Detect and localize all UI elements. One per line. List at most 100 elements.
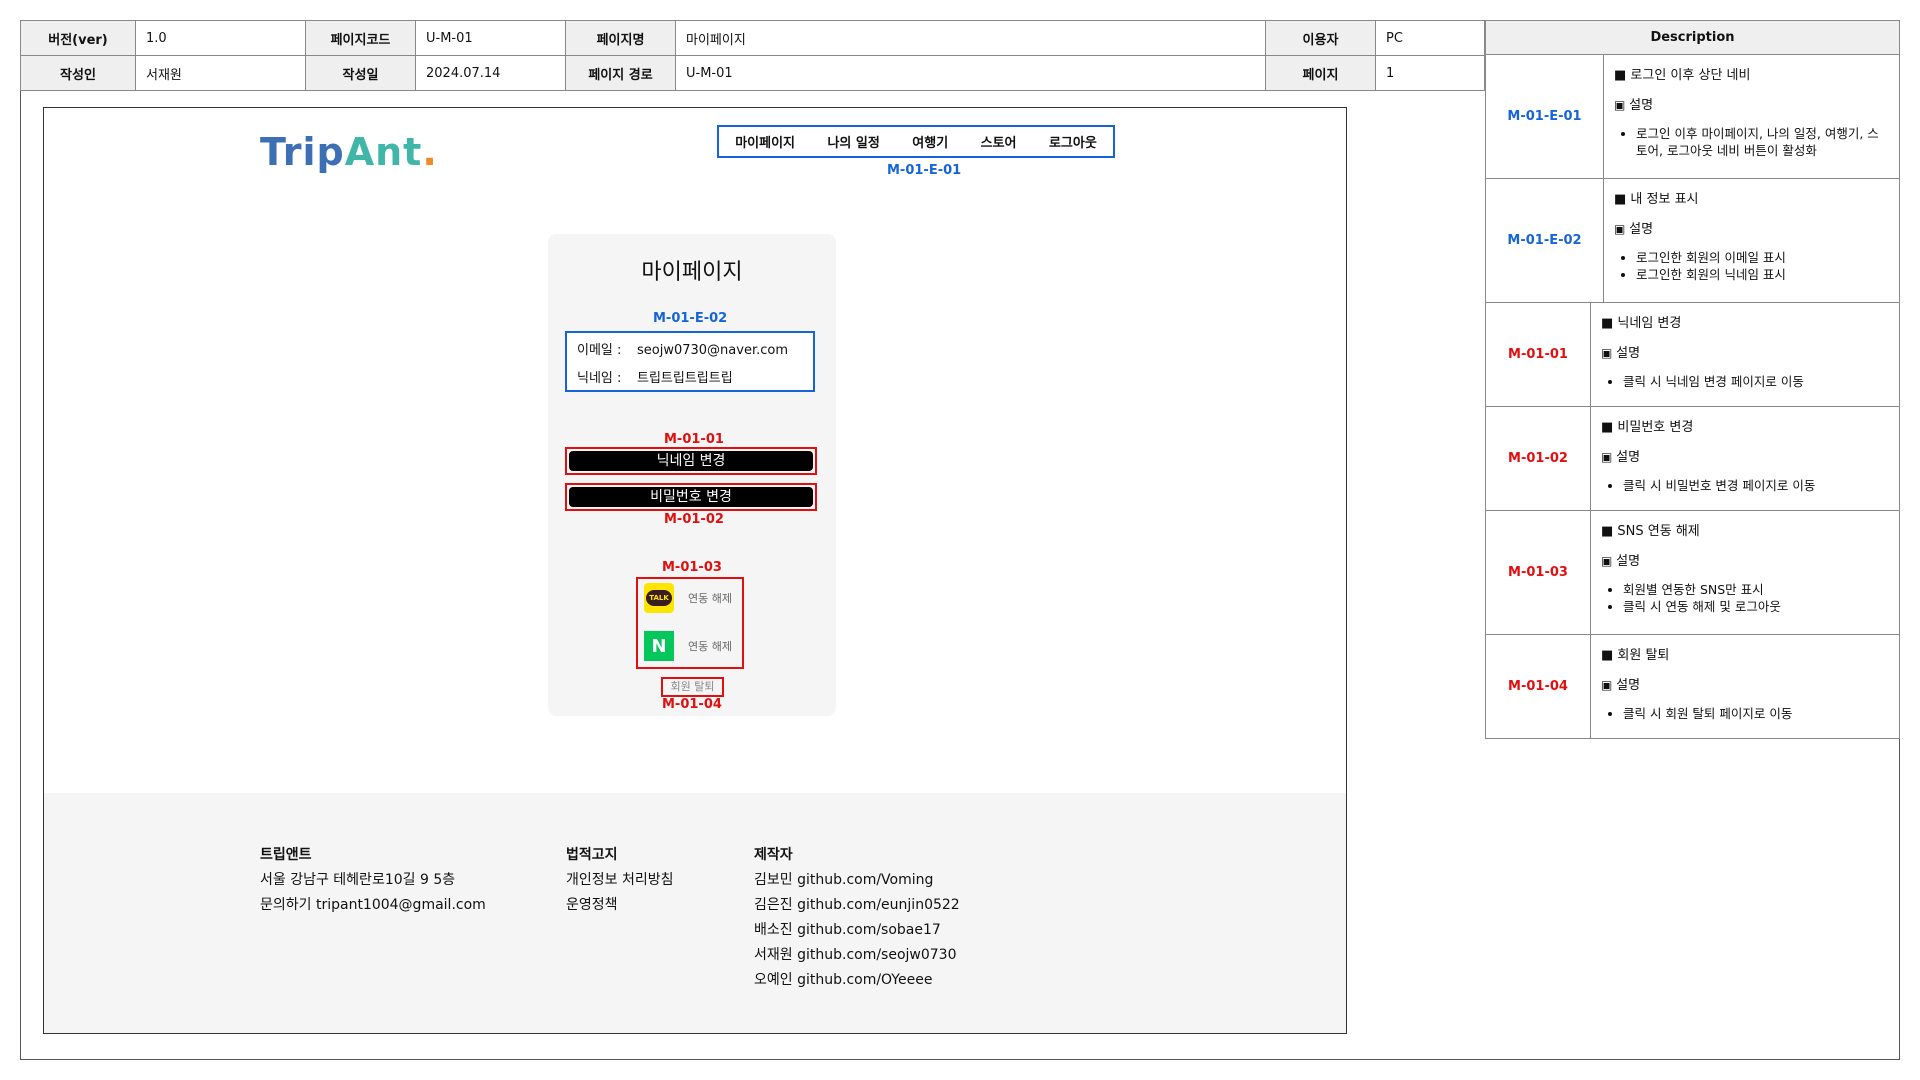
desc-row: M-01-04 회원 탈퇴 설명 클릭 시 회원 탈퇴 페이지로 이동 [1485, 635, 1900, 739]
desc-code: M-01-E-02 [1486, 179, 1604, 302]
withdraw-code: M-01-04 [662, 697, 722, 712]
desc-code: M-01-03 [1486, 511, 1591, 634]
sns-unlink-box: TALK 연동 해제 N 연동 해제 [636, 577, 744, 669]
pw-btn-code: M-01-02 [664, 512, 724, 527]
password-change-annotation: 비밀번호 변경 [565, 483, 817, 511]
page-mockup: TripAnt. 마이페이지 나의 일정 여행기 스토어 로그아웃 M-01-E… [43, 107, 1347, 1034]
meta-table: 버전(ver) 1.0 페이지코드 U-M-01 페이지명 마이페이지 이용자 … [20, 20, 1485, 91]
kakao-talk-icon: TALK [644, 583, 674, 613]
user-info-box: 이메일 : seojw0730@naver.com 닉네임 : 트립트립트립트립 [565, 331, 815, 392]
description-header: Description [1485, 20, 1900, 55]
mypage-panel: 마이페이지 M-01-E-02 이메일 : seojw0730@naver.com… [548, 234, 836, 716]
desc-title: SNS 연동 해제 [1601, 523, 1889, 541]
date-label: 작성일 [305, 55, 416, 91]
desc-code: M-01-E-01 [1486, 55, 1604, 178]
naver-unlink-label: 연동 해제 [688, 640, 732, 653]
desc-row: M-01-03 SNS 연동 해제 설명 회원별 연동한 SNS만 표시 클릭 … [1485, 511, 1900, 635]
pagename-label: 페이지명 [565, 20, 676, 56]
page-value: 1 [1375, 55, 1485, 91]
desc-row: M-01-01 닉네임 변경 설명 클릭 시 닉네임 변경 페이지로 이동 [1485, 303, 1900, 407]
desc-row: M-01-E-02 내 정보 표시 설명 로그인한 회원의 이메일 표시 로그인… [1485, 179, 1900, 303]
kakao-unlink-label: 연동 해제 [688, 592, 732, 605]
nick-btn-code: M-01-01 [664, 432, 724, 447]
desc-bullet: 회원별 연동한 SNS만 표시 [1623, 582, 1889, 599]
footer-address: 서울 강남구 테헤란로10길 9 5층 [260, 872, 456, 888]
mypage-title: 마이페이지 [641, 260, 743, 285]
password-change-button[interactable]: 비밀번호 변경 [569, 487, 813, 507]
footer-makers-title: 제작자 [754, 847, 793, 863]
nav-item-schedule[interactable]: 나의 일정 [827, 132, 879, 151]
tripant-logo[interactable]: TripAnt. [260, 130, 438, 174]
nav-item-store[interactable]: 스토어 [981, 132, 1017, 151]
footer-policy-link[interactable]: 운영정책 [566, 893, 674, 918]
nickname-change-annotation: 닉네임 변경 [565, 447, 817, 475]
user-value: PC [1375, 20, 1485, 56]
pagecode-value: U-M-01 [415, 20, 566, 56]
nav-item-logout[interactable]: 로그아웃 [1049, 132, 1097, 151]
footer-privacy-link[interactable]: 개인정보 처리방침 [566, 868, 674, 893]
description-panel: Description M-01-E-01 로그인 이후 상단 네비 설명 로그… [1485, 20, 1900, 739]
footer-legal-title: 법적고지 [566, 847, 618, 863]
desc-bullet: 클릭 시 연동 해제 및 로그아웃 [1623, 599, 1889, 616]
desc-sub: 설명 [1601, 677, 1889, 695]
desc-sub: 설명 [1614, 221, 1889, 239]
date-value: 2024.07.14 [415, 55, 566, 91]
footer-maker-link[interactable]: 오예인 github.com/OYeeee [754, 968, 960, 993]
page-label: 페이지 [1265, 55, 1376, 91]
footer-col-legal: 법적고지 개인정보 처리방침 운영정책 [566, 843, 674, 918]
desc-title: 비밀번호 변경 [1601, 419, 1889, 437]
desc-code: M-01-01 [1486, 303, 1591, 406]
nav-item-travelogue[interactable]: 여행기 [912, 132, 948, 151]
pagecode-label: 페이지코드 [305, 20, 416, 56]
naver-unlink-row[interactable]: N 연동 해제 [644, 631, 732, 661]
footer-maker-link[interactable]: 배소진 github.com/sobae17 [754, 918, 960, 943]
desc-bullet: 클릭 시 닉네임 변경 페이지로 이동 [1623, 374, 1889, 391]
nickname-change-button[interactable]: 닉네임 변경 [569, 451, 813, 471]
nickname-label: 닉네임 : [577, 371, 622, 386]
desc-code: M-01-02 [1486, 407, 1591, 510]
kakao-unlink-row[interactable]: TALK 연동 해제 [644, 583, 732, 613]
author-label: 작성인 [20, 55, 136, 91]
desc-bullet: 로그인 이후 마이페이지, 나의 일정, 여행기, 스토어, 로그아웃 네비 버… [1636, 126, 1889, 160]
nickname-value: 트립트립트립트립 [637, 371, 733, 386]
version-value: 1.0 [135, 20, 306, 56]
desc-sub: 설명 [1601, 449, 1889, 467]
footer-col-company: 트립앤트 서울 강남구 테헤란로10길 9 5층 문의하기 tripant100… [260, 843, 486, 918]
email-value: seojw0730@naver.com [637, 343, 788, 358]
pagename-value: 마이페이지 [675, 20, 1266, 56]
desc-bullet: 로그인한 회원의 이메일 표시 [1636, 250, 1889, 267]
top-nav: 마이페이지 나의 일정 여행기 스토어 로그아웃 [717, 125, 1115, 158]
footer-maker-link[interactable]: 김보민 github.com/Voming [754, 868, 960, 893]
desc-title: 닉네임 변경 [1601, 315, 1889, 333]
path-label: 페이지 경로 [565, 55, 676, 91]
version-label: 버전(ver) [20, 20, 136, 56]
footer-maker-link[interactable]: 김은진 github.com/eunjin0522 [754, 893, 960, 918]
desc-sub: 설명 [1614, 97, 1889, 115]
footer-contact[interactable]: 문의하기 tripant1004@gmail.com [260, 893, 486, 918]
info-code: M-01-E-02 [653, 311, 728, 326]
naver-icon: N [644, 631, 674, 661]
nav-code: M-01-E-01 [887, 163, 962, 178]
desc-sub: 설명 [1601, 345, 1889, 363]
desc-bullet: 클릭 시 비밀번호 변경 페이지로 이동 [1623, 478, 1889, 495]
footer-maker-link[interactable]: 서재원 github.com/seojw0730 [754, 943, 960, 968]
footer-company-title: 트립앤트 [260, 847, 312, 863]
path-value: U-M-01 [675, 55, 1266, 91]
desc-title: 내 정보 표시 [1614, 191, 1889, 209]
desc-row: M-01-E-01 로그인 이후 상단 네비 설명 로그인 이후 마이페이지, … [1485, 55, 1900, 179]
user-label: 이용자 [1265, 20, 1376, 56]
desc-bullet: 클릭 시 회원 탈퇴 페이지로 이동 [1623, 706, 1889, 723]
footer-col-makers: 제작자 김보민 github.com/Voming 김은진 github.com… [754, 843, 960, 993]
desc-code: M-01-04 [1486, 635, 1591, 738]
email-label: 이메일 : [577, 343, 622, 358]
nav-item-mypage[interactable]: 마이페이지 [735, 132, 795, 151]
sns-code: M-01-03 [662, 560, 722, 575]
footer: 트립앤트 서울 강남구 테헤란로10길 9 5층 문의하기 tripant100… [44, 793, 1346, 1033]
desc-sub: 설명 [1601, 553, 1889, 571]
withdraw-button[interactable]: 회원 탈퇴 [661, 677, 724, 697]
author-value: 서재원 [135, 55, 306, 91]
desc-title: 회원 탈퇴 [1601, 647, 1889, 665]
desc-row: M-01-02 비밀번호 변경 설명 클릭 시 비밀번호 변경 페이지로 이동 [1485, 407, 1900, 511]
desc-bullet: 로그인한 회원의 닉네임 표시 [1636, 267, 1889, 284]
desc-title: 로그인 이후 상단 네비 [1614, 67, 1889, 85]
